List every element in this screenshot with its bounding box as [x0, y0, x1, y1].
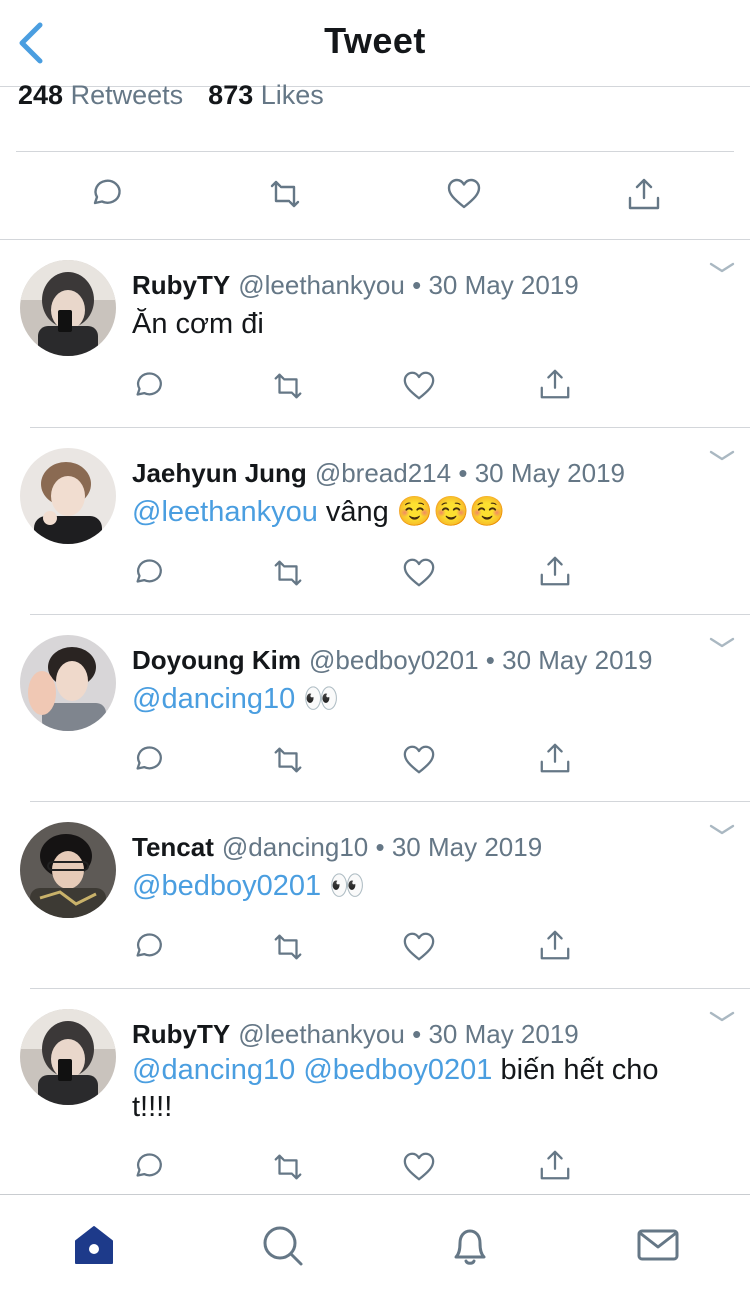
avatar[interactable]	[20, 448, 116, 544]
reply-header: RubyTY @leethankyou • 30 May 2019	[132, 1019, 579, 1050]
display-name[interactable]: RubyTY	[132, 270, 230, 300]
retweets-label[interactable]: Retweets	[71, 80, 184, 110]
retweet-icon[interactable]	[267, 176, 303, 212]
dot-separator: •	[458, 458, 468, 488]
retweet-icon[interactable]	[271, 743, 305, 777]
like-heart-icon[interactable]	[402, 743, 436, 777]
reply-tweet[interactable]: RubyTY @leethankyou • 30 May 2019 @dancin…	[0, 989, 750, 1194]
likes-label[interactable]: Likes	[261, 80, 324, 110]
reply-icon[interactable]	[131, 930, 165, 964]
tweet-text: Ăn cơm đi	[132, 308, 264, 340]
avatar[interactable]	[20, 1009, 116, 1105]
display-name[interactable]: RubyTY	[132, 1019, 230, 1049]
tweet-text: @bedboy0201 👀	[132, 870, 366, 902]
reply-icon[interactable]	[88, 176, 124, 212]
page-title: Tweet	[324, 20, 426, 61]
username-handle[interactable]: @dancing10	[222, 832, 368, 862]
reply-tweet[interactable]: RubyTY @leethankyou • 30 May 2019 Ăn cơm …	[0, 240, 750, 428]
notifications-bell-icon[interactable]	[448, 1223, 492, 1267]
dot-separator: •	[412, 270, 422, 300]
mention-link[interactable]: @dancing10	[132, 1054, 295, 1086]
mention-link[interactable]: @bedboy0201	[132, 870, 321, 902]
share-icon[interactable]	[538, 367, 572, 401]
dot-separator: •	[375, 832, 385, 862]
avatar[interactable]	[20, 260, 116, 356]
display-name[interactable]: Tencat	[132, 832, 214, 862]
reply-header: RubyTY @leethankyou • 30 May 2019	[132, 270, 579, 301]
dot-separator: •	[485, 645, 495, 675]
like-heart-icon[interactable]	[402, 369, 436, 403]
mention-link[interactable]: @leethankyou	[132, 496, 318, 528]
like-heart-icon[interactable]	[402, 556, 436, 590]
display-name[interactable]: Doyoung Kim	[132, 645, 301, 675]
bottom-tab-bar	[0, 1194, 750, 1291]
timestamp: 30 May 2019	[474, 458, 626, 488]
timestamp: 30 May 2019	[428, 270, 579, 300]
share-icon[interactable]	[538, 741, 572, 775]
reply-header: Jaehyun Jung @bread214 • 30 May 2019	[132, 458, 625, 489]
mention-link[interactable]: @dancing10	[132, 683, 295, 715]
like-heart-icon[interactable]	[402, 1150, 436, 1184]
display-name[interactable]: Jaehyun Jung	[132, 458, 307, 488]
like-heart-icon[interactable]	[446, 176, 482, 212]
tweet-text: @leethankyou vâng ☺️☺️☺️	[132, 496, 506, 528]
reply-tweet[interactable]: Tencat @dancing10 • 30 May 2019 @bedboy02…	[0, 802, 750, 989]
chevron-down-icon[interactable]	[708, 260, 736, 276]
avatar[interactable]	[20, 822, 116, 918]
tweet-text: @dancing10 @bedboy0201 biến hết cho t!!!…	[132, 1054, 659, 1123]
share-icon[interactable]	[626, 176, 662, 212]
username-handle[interactable]: @leethankyou	[238, 1019, 405, 1049]
timestamp: 30 May 2019	[391, 832, 543, 862]
messages-envelope-icon[interactable]	[636, 1223, 680, 1267]
share-icon[interactable]	[538, 554, 572, 588]
username-handle[interactable]: @bedboy0201	[309, 645, 479, 675]
reply-header: Tencat @dancing10 • 30 May 2019	[132, 832, 542, 863]
chevron-down-icon[interactable]	[708, 1009, 736, 1025]
dot-separator: •	[412, 1019, 422, 1049]
home-icon[interactable]	[72, 1223, 116, 1267]
share-icon[interactable]	[538, 1148, 572, 1182]
reply-tweet[interactable]: Doyoung Kim @bedboy0201 • 30 May 2019 @da…	[0, 615, 750, 802]
timestamp: 30 May 2019	[502, 645, 653, 675]
reply-icon[interactable]	[131, 369, 165, 403]
retweet-icon[interactable]	[271, 930, 305, 964]
chevron-down-icon[interactable]	[708, 822, 736, 838]
username-handle[interactable]: @bread214	[315, 458, 451, 488]
retweet-icon[interactable]	[271, 1150, 305, 1184]
search-icon[interactable]	[260, 1223, 304, 1267]
likes-count[interactable]: 873	[208, 80, 253, 110]
retweet-icon[interactable]	[271, 556, 305, 590]
retweet-icon[interactable]	[271, 369, 305, 403]
chevron-down-icon[interactable]	[708, 448, 736, 464]
mention-link[interactable]: @bedboy0201	[303, 1054, 492, 1086]
tweet-stats: 248 Retweets 873 Likes	[18, 80, 324, 111]
top-navigation-bar: Tweet	[0, 0, 750, 87]
timestamp: 30 May 2019	[428, 1019, 579, 1049]
retweets-count[interactable]: 248	[18, 80, 63, 110]
reply-icon[interactable]	[131, 743, 165, 777]
reply-tweet[interactable]: Jaehyun Jung @bread214 • 30 May 2019 @lee…	[0, 428, 750, 615]
main-tweet-actions	[0, 152, 750, 238]
reply-icon[interactable]	[131, 1150, 165, 1184]
share-icon[interactable]	[538, 928, 572, 962]
like-heart-icon[interactable]	[402, 930, 436, 964]
reply-icon[interactable]	[131, 556, 165, 590]
avatar[interactable]	[20, 635, 116, 731]
tweet-text: @dancing10 👀	[132, 683, 340, 715]
username-handle[interactable]: @leethankyou	[238, 270, 405, 300]
reply-header: Doyoung Kim @bedboy0201 • 30 May 2019	[132, 645, 652, 676]
chevron-down-icon[interactable]	[708, 635, 736, 651]
